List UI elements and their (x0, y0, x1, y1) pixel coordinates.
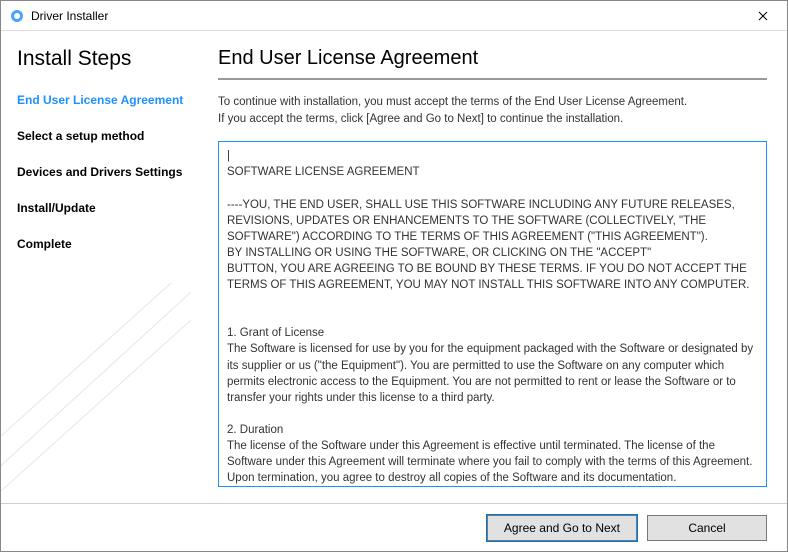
main-panel: End User License Agreement To continue w… (206, 31, 787, 503)
window-title: Driver Installer (31, 9, 743, 23)
button-footer: Agree and Go to Next Cancel (1, 503, 787, 551)
cancel-button[interactable]: Cancel (647, 515, 767, 541)
close-button[interactable] (743, 2, 783, 30)
install-steps-sidebar: Install Steps End User License Agreement… (1, 31, 206, 503)
step-complete[interactable]: Complete (17, 237, 206, 251)
license-textbox[interactable]: | SOFTWARE LICENSE AGREEMENT ----YOU, TH… (218, 141, 767, 487)
step-end-user-license-agreement[interactable]: End User License Agreement (17, 93, 206, 107)
step-install-update[interactable]: Install/Update (17, 201, 206, 215)
intro-text: To continue with installation, you must … (218, 94, 767, 127)
title-bar: Driver Installer (1, 1, 787, 31)
page-heading: End User License Agreement (218, 47, 767, 70)
step-devices-and-drivers-settings[interactable]: Devices and Drivers Settings (17, 165, 206, 179)
decorative-lines (1, 283, 191, 503)
app-icon (9, 8, 25, 24)
heading-divider (218, 78, 767, 80)
step-select-a-setup-method[interactable]: Select a setup method (17, 129, 206, 143)
sidebar-heading: Install Steps (17, 47, 206, 71)
agree-next-button[interactable]: Agree and Go to Next (487, 515, 637, 541)
content-area: Install Steps End User License Agreement… (1, 31, 787, 503)
